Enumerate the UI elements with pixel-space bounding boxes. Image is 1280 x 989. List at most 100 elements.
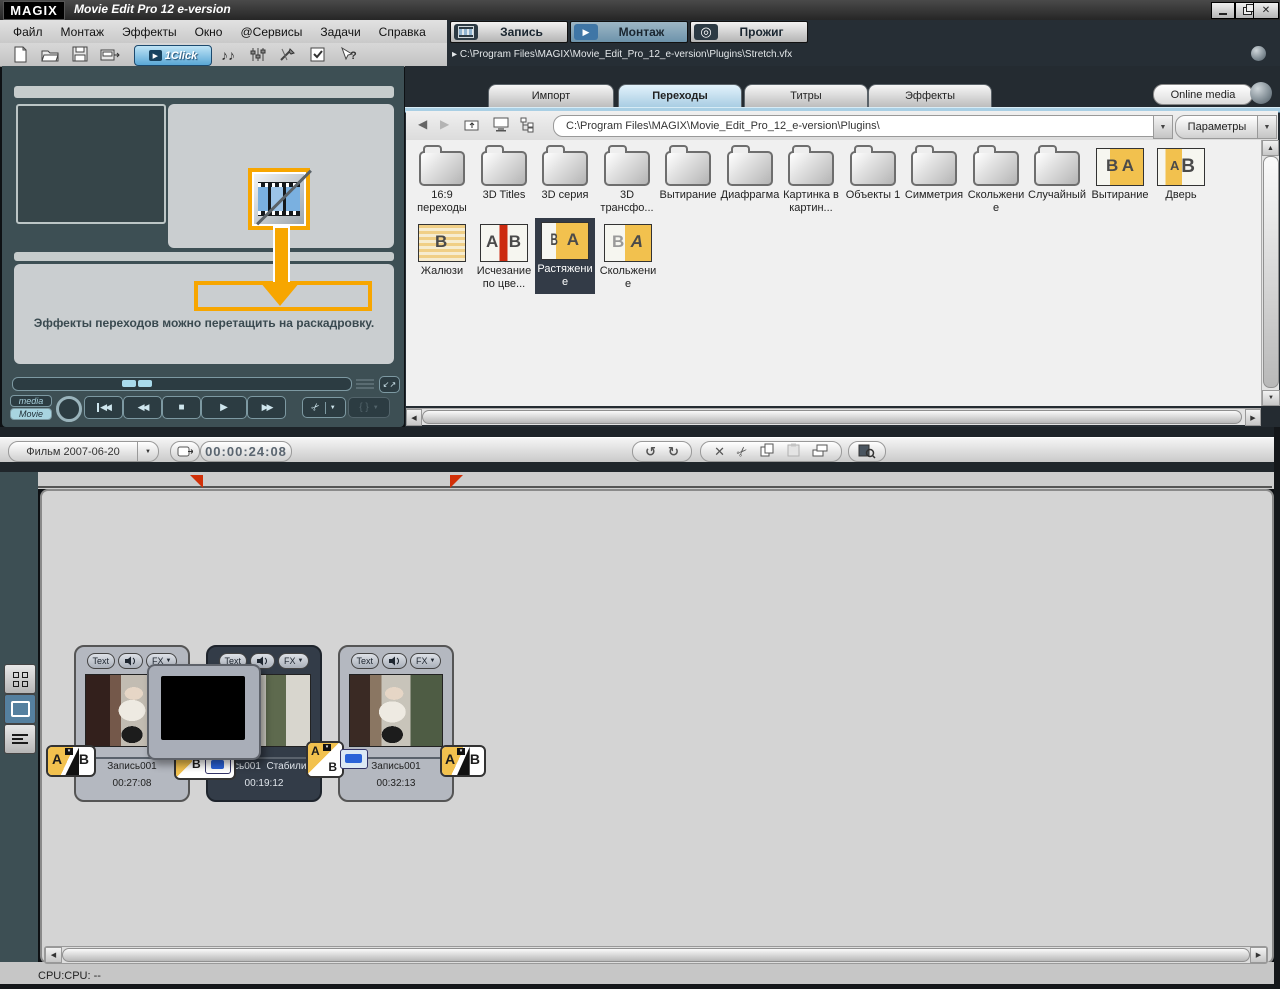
menu-services[interactable]: @Сервисы xyxy=(231,25,311,39)
clip-fx-button[interactable]: FX ▼ xyxy=(410,653,442,669)
menu-edit[interactable]: Монтаж xyxy=(52,25,114,39)
pool-item-folder[interactable]: 3D серия xyxy=(535,144,595,202)
pool-item-folder[interactable]: Объекты 1 xyxy=(843,144,903,202)
scroll-right-button[interactable]: ▶ xyxy=(1245,409,1261,426)
view-list-button[interactable] xyxy=(4,724,36,754)
arrange-button[interactable] xyxy=(806,444,834,460)
computer-button[interactable] xyxy=(492,117,510,135)
clip-fx-button[interactable]: FX ▼ xyxy=(278,653,310,669)
transition-badge-end[interactable]: A ▾ B xyxy=(440,745,486,777)
back-button[interactable]: ◀ xyxy=(418,117,427,131)
redo-button[interactable]: ↻ xyxy=(662,444,685,460)
film-export-button[interactable] xyxy=(170,441,200,462)
pool-tab-transitions[interactable]: Переходы xyxy=(618,84,742,107)
clip-audio-button[interactable] xyxy=(382,653,408,669)
paste-button[interactable] xyxy=(781,443,806,460)
cleaning-wand-button[interactable] xyxy=(276,45,300,64)
clip-text-button[interactable]: Text xyxy=(350,653,380,669)
media-toggle[interactable]: media xyxy=(10,395,52,407)
minimize-button[interactable] xyxy=(1211,2,1235,19)
media-movie-toggle[interactable]: media Movie xyxy=(10,395,52,420)
preview-render-button[interactable] xyxy=(848,441,886,462)
forward-button[interactable]: ▶ xyxy=(440,117,449,131)
transition-preview-chip[interactable] xyxy=(340,749,368,769)
tab-burn[interactable]: ◎ Прожиг xyxy=(690,21,808,43)
pool-item-transition[interactable]: AB Исчезание по цве... xyxy=(474,220,534,290)
pool-item-transition-selected[interactable]: BA Растяжение xyxy=(535,218,595,295)
pool-tab-import[interactable]: Импорт xyxy=(488,84,614,107)
close-button[interactable]: ✕ xyxy=(1253,2,1279,19)
scroll-down-button[interactable]: ▼ xyxy=(1262,390,1280,406)
storyboard-scrollbar[interactable]: ◀ ▶ xyxy=(44,946,1268,964)
undo-button[interactable]: ↺ xyxy=(639,444,662,460)
globe-icon[interactable] xyxy=(1250,82,1272,104)
pool-tab-effects[interactable]: Эффекты xyxy=(868,84,992,107)
view-grid-button[interactable] xyxy=(4,664,36,694)
transition-drag-icon[interactable] xyxy=(248,168,312,230)
tree-view-button[interactable] xyxy=(520,117,536,136)
rewind-button[interactable]: ◀◀ xyxy=(123,396,162,419)
stop-button[interactable]: ■ xyxy=(162,396,201,419)
scroll-up-button[interactable]: ▲ xyxy=(1262,140,1279,156)
export-button[interactable] xyxy=(98,45,122,64)
save-button[interactable] xyxy=(68,45,92,64)
path-dropdown-button[interactable]: ▼ xyxy=(1153,115,1173,139)
range-start-marker[interactable] xyxy=(190,475,203,488)
pool-item-folder[interactable]: 16:9 переходы xyxy=(412,144,472,214)
info-globe-icon[interactable] xyxy=(1251,46,1266,61)
range-end-marker[interactable] xyxy=(450,475,463,488)
fullscreen-button[interactable]: ↙↗ xyxy=(379,376,400,393)
audio-notes-button[interactable]: ♪♪ xyxy=(216,45,240,64)
scroll-thumb[interactable] xyxy=(1263,156,1279,388)
playlist-button[interactable] xyxy=(354,378,376,390)
forward-button[interactable]: ▶▶ xyxy=(247,396,286,419)
new-file-button[interactable] xyxy=(8,45,32,64)
copy-button[interactable] xyxy=(754,443,781,460)
edit-list-button[interactable] xyxy=(306,45,330,64)
open-file-button[interactable] xyxy=(38,45,62,64)
scroll-left-button[interactable]: ◀ xyxy=(45,947,62,963)
scroll-thumb[interactable] xyxy=(422,410,1242,424)
transition-badge-2-3[interactable]: A ▾ B xyxy=(306,741,344,778)
menu-window[interactable]: Окно xyxy=(186,25,232,39)
pool-item-transition[interactable]: AB Дверь xyxy=(1151,144,1211,202)
up-level-button[interactable] xyxy=(464,117,480,135)
menu-help[interactable]: Справка xyxy=(370,25,435,39)
range-button[interactable]: { } ▼ xyxy=(348,397,390,418)
online-media-button[interactable]: Online media xyxy=(1153,84,1253,105)
delete-button[interactable]: ✕ xyxy=(708,444,731,460)
menu-effects[interactable]: Эффекты xyxy=(113,25,186,39)
pool-item-transition[interactable]: BA Скольжение xyxy=(598,220,658,290)
pool-vertical-scrollbar[interactable]: ▲ ▼ xyxy=(1261,140,1280,406)
cut-tool-button[interactable]: ✂ ▼ xyxy=(302,397,346,418)
menu-file[interactable]: Файл xyxy=(4,25,52,39)
pool-item-transition[interactable]: BA Вытирание xyxy=(1090,144,1150,202)
mixer-button[interactable] xyxy=(246,45,270,64)
pool-item-folder[interactable]: Картинка в картин... xyxy=(781,144,841,214)
transition-badge-start[interactable]: A ▾ B xyxy=(46,745,96,777)
clip-text-button[interactable]: Text xyxy=(86,653,116,669)
pool-item-folder[interactable]: 3D Titles xyxy=(474,144,534,202)
storyboard-clip[interactable]: Text FX ▼ Запись001 00:32:13 xyxy=(338,645,454,802)
params-dropdown-button[interactable]: ▼ xyxy=(1257,115,1277,139)
film-dropdown-button[interactable]: ▼ xyxy=(137,441,159,462)
scroll-right-button[interactable]: ▶ xyxy=(1250,947,1267,963)
tab-edit[interactable]: ▶ Монтаж xyxy=(570,21,688,43)
view-frame-button[interactable] xyxy=(4,694,36,724)
scroll-left-button[interactable]: ◀ xyxy=(406,409,422,426)
play-button[interactable]: ▶ xyxy=(201,396,247,419)
pool-item-folder[interactable]: Случайный xyxy=(1027,144,1087,202)
film-selector[interactable]: Фильм 2007-06-20 xyxy=(8,441,138,462)
timecode-display[interactable]: 00:00:24:08 xyxy=(200,441,292,462)
tab-record[interactable]: Запись xyxy=(450,21,568,43)
oneclick-button[interactable]: ▶ 1Click xyxy=(134,45,212,66)
clip-audio-button[interactable] xyxy=(118,653,144,669)
context-help-button[interactable]: ? xyxy=(336,45,360,64)
path-combobox[interactable]: C:\Program Files\MAGIX\Movie_Edit_Pro_12… xyxy=(553,115,1167,137)
pool-item-folder[interactable]: Диафрагма xyxy=(720,144,780,202)
scroll-thumb[interactable] xyxy=(62,948,1250,962)
pool-item-folder[interactable]: 3D трансфо... xyxy=(597,144,657,214)
seek-slider[interactable] xyxy=(12,377,352,391)
pool-tab-titles[interactable]: Титры xyxy=(744,84,868,107)
record-button[interactable] xyxy=(56,396,82,422)
